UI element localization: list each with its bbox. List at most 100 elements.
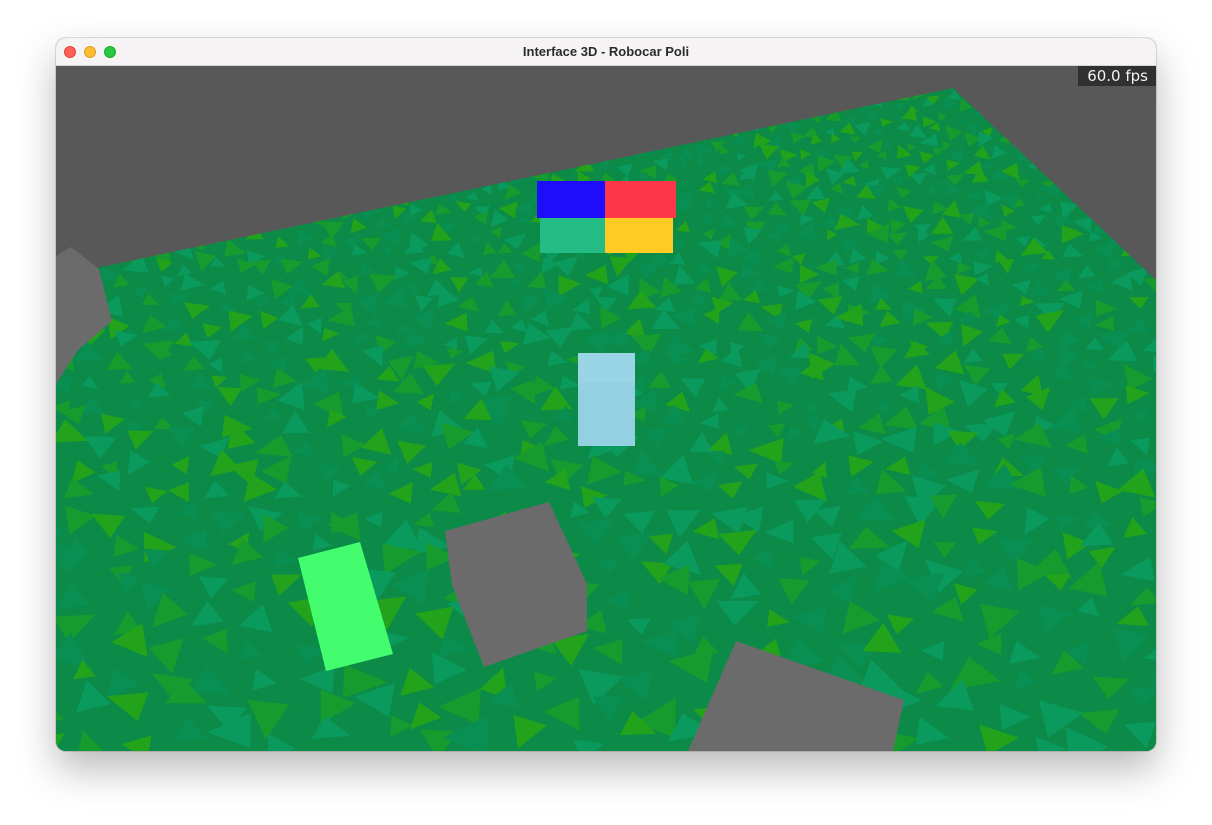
- ground-triangle: [183, 98, 201, 111]
- ground-triangle: [1026, 115, 1042, 128]
- ground-triangle: [485, 134, 500, 148]
- ground-triangle: [1059, 176, 1073, 185]
- ground-triangle: [754, 88, 769, 91]
- ground-triangle: [350, 141, 364, 152]
- ground-triangle: [1052, 135, 1063, 145]
- title-bar: Interface 3D - Robocar Poli: [56, 38, 1156, 66]
- ground-triangle: [564, 126, 581, 142]
- ground-triangle: [1028, 145, 1045, 157]
- ground-triangle: [342, 152, 356, 162]
- ground-triangle: [336, 111, 348, 122]
- ground-triangle: [990, 116, 999, 124]
- ground-triangle: [997, 91, 1007, 101]
- ground-triangle: [284, 125, 303, 138]
- ground-triangle: [1071, 141, 1092, 155]
- scene-canvas[interactable]: [56, 66, 1156, 751]
- ground-triangle: [124, 220, 140, 233]
- ground-triangle: [1127, 228, 1145, 242]
- ground-triangle: [480, 88, 496, 95]
- ground-triangle: [662, 88, 674, 90]
- ground-triangle: [448, 169, 463, 180]
- ground-triangle: [73, 136, 84, 144]
- ground-triangle: [795, 110, 807, 120]
- ground-triangle: [597, 117, 615, 132]
- ground-triangle: [679, 90, 694, 102]
- ground-triangle: [577, 140, 591, 151]
- ground-triangle: [56, 88, 70, 95]
- ground-triangle: [56, 116, 66, 128]
- 3d-viewport[interactable]: 60.0 fps: [56, 66, 1156, 751]
- ground-triangle: [523, 124, 538, 136]
- ground-triangle: [495, 107, 506, 116]
- ground-triangle: [56, 190, 58, 200]
- ground-triangle: [349, 79, 358, 87]
- ground-triangle: [1146, 162, 1156, 177]
- ground-triangle: [220, 137, 234, 152]
- ground-triangle: [1128, 106, 1139, 115]
- ground-triangle: [650, 98, 666, 113]
- ground-triangle: [462, 136, 477, 146]
- ground-triangle: [215, 178, 234, 191]
- ground-triangle: [254, 136, 269, 147]
- ground-triangle: [303, 176, 322, 193]
- ground-triangle: [633, 98, 650, 111]
- ground-triangle: [464, 89, 474, 96]
- ground-triangle: [1120, 240, 1139, 257]
- ground-triangle: [451, 126, 468, 137]
- ground-triangle: [227, 185, 242, 197]
- ground-triangle: [308, 88, 318, 90]
- ground-triangle: [315, 88, 332, 92]
- ground-triangle: [181, 189, 202, 203]
- ground-triangle: [670, 112, 679, 121]
- ground-triangle: [393, 118, 411, 135]
- ground-triangle: [977, 91, 993, 106]
- ground-triangle: [596, 100, 612, 113]
- ground-triangle: [425, 180, 443, 199]
- ground-triangle: [574, 117, 595, 130]
- ground-triangle: [207, 194, 231, 213]
- ground-triangle: [526, 88, 542, 97]
- ground-triangle: [274, 100, 285, 107]
- ground-triangle: [434, 132, 451, 149]
- ground-triangle: [690, 88, 705, 90]
- ground-triangle: [101, 122, 122, 135]
- ground-triangle: [110, 90, 126, 102]
- ground-triangle: [1141, 93, 1156, 106]
- ground-triangle: [200, 141, 212, 152]
- ground-triangle: [1117, 113, 1127, 122]
- ground-triangle: [231, 118, 241, 127]
- ground-triangle: [1127, 202, 1149, 216]
- ground-triangle: [131, 93, 143, 105]
- ground-triangle: [520, 153, 532, 163]
- ground-triangle: [243, 149, 260, 163]
- fps-counter: 60.0 fps: [1078, 66, 1156, 86]
- ground-triangle: [741, 113, 756, 127]
- ground-triangle: [733, 88, 746, 94]
- ground-triangle: [1056, 88, 1068, 93]
- ground-triangle: [1149, 95, 1156, 110]
- ground-triangle: [499, 90, 509, 98]
- ground-triangle: [89, 161, 101, 173]
- ground-triangle: [1026, 127, 1042, 140]
- ground-triangle: [344, 126, 360, 138]
- ground-triangle: [274, 88, 285, 94]
- ground-triangle: [635, 126, 653, 142]
- ground-triangle: [538, 150, 555, 164]
- ground-triangle: [614, 88, 623, 89]
- ground-triangle: [326, 149, 340, 161]
- ground-triangle: [323, 127, 337, 140]
- ground-triangle: [1047, 129, 1060, 140]
- ground-triangle: [1056, 150, 1071, 163]
- ground-triangle: [701, 76, 717, 88]
- ground-triangle: [445, 102, 457, 112]
- ground-triangle: [94, 151, 106, 161]
- ground-triangle: [1098, 120, 1112, 132]
- ground-triangle: [357, 102, 367, 111]
- ground-triangle: [73, 88, 89, 92]
- ground-triangle: [141, 114, 154, 123]
- ground-triangle: [432, 161, 448, 172]
- ground-triangle: [457, 98, 472, 111]
- ground-triangle: [1130, 160, 1146, 178]
- color-tile-blue: [537, 181, 605, 218]
- ground-triangle: [896, 90, 910, 100]
